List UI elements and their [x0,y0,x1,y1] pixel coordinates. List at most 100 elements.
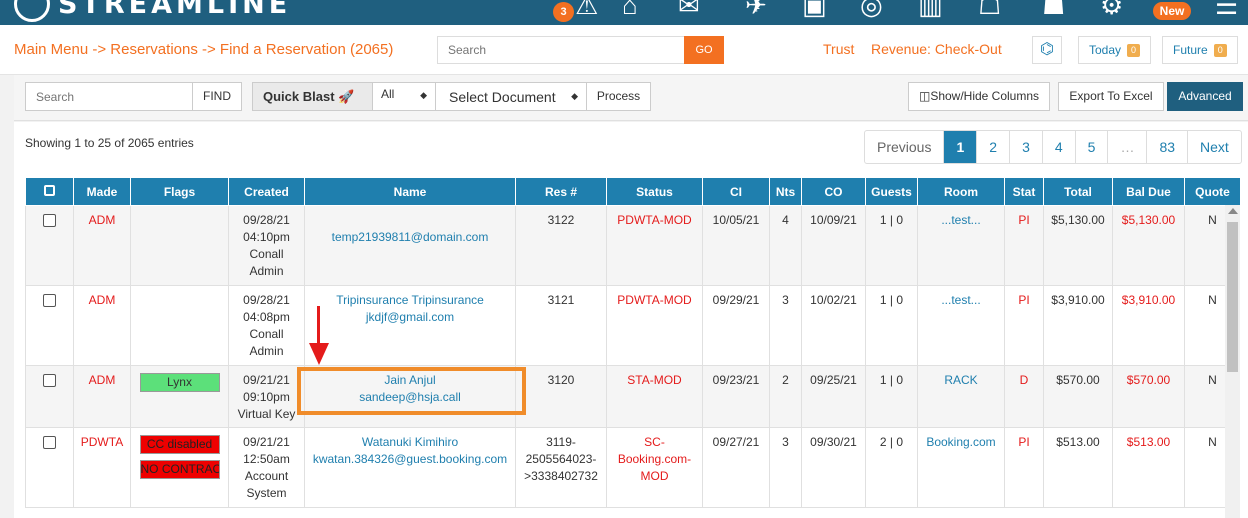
page-previous[interactable]: Previous [865,131,943,163]
advanced-button[interactable]: Advanced [1167,82,1243,111]
column-header[interactable]: Created [228,177,305,206]
guest-name-link[interactable]: Watanuki Kimihiro [305,434,515,451]
page-header: Main Menu -> Reservations -> Find a Rese… [0,25,1248,75]
row-select-cell[interactable] [25,427,74,508]
column-header[interactable]: Res # [515,177,607,206]
scroll-up-arrow-icon[interactable] [1228,208,1238,214]
columns-icon: ◫ [918,89,931,103]
row-checkbox[interactable] [43,214,56,227]
airbnb-icon[interactable]: ⌬ [1032,36,1062,64]
users-icon[interactable]: ☖ [978,0,1001,20]
column-header[interactable]: Total [1043,177,1113,206]
column-header[interactable]: Made [73,177,131,206]
find-button[interactable]: FIND [192,82,242,111]
gear-icon[interactable]: ⚙ [1100,0,1123,20]
row-select-cell[interactable] [25,365,74,428]
app-logo[interactable]: STREAMLINE [14,0,291,22]
room-cell[interactable]: ...test... [917,285,1005,366]
bar-chart-icon[interactable]: ▥ [918,0,943,20]
column-header[interactable]: Stat [1004,177,1044,206]
trust-link[interactable]: Trust [823,41,854,57]
page-83[interactable]: 83 [1146,131,1187,163]
created-date: 09/28/21 [243,213,290,227]
column-header[interactable]: CO [801,177,866,206]
table-row[interactable]: ADM Lynx 09/21/21 09:10pm Virtual Key Jain… [25,365,1240,428]
room-cell[interactable]: ...test... [917,205,1005,286]
row-select-cell[interactable] [25,285,74,366]
flag-badge: Lynx [139,373,220,392]
annotation-arrow-icon [309,343,329,365]
created-cell: 09/28/21 04:10pm Conall Admin [228,205,305,286]
guests-cell: 1 | 0 [865,285,918,366]
column-header[interactable]: Nts [769,177,802,206]
user-icon[interactable]: ☗ [1042,0,1065,20]
select-all-checkbox[interactable] [44,184,55,196]
select-all-header[interactable] [25,177,74,206]
column-header[interactable]: CI [702,177,770,206]
select-document-dropdown[interactable]: Select Document ◆ [435,82,587,111]
name-cell[interactable]: temp21939811@domain.com [304,205,516,286]
today-button[interactable]: Today 0 [1078,36,1152,64]
res-number-cell[interactable]: 3120 [515,365,607,428]
row-checkbox[interactable] [43,294,56,307]
export-excel-button[interactable]: Export To Excel [1058,82,1164,111]
table-row[interactable]: ADM 09/28/21 04:10pm Conall Admin temp21939… [25,205,1240,286]
page-next[interactable]: Next [1187,131,1241,163]
blast-filter-select[interactable]: All ◆ [372,82,436,111]
stat-cell: D [1004,365,1044,428]
row-checkbox[interactable] [43,436,56,449]
row-checkbox[interactable] [43,374,56,387]
plane-icon[interactable]: ✈ [745,0,767,20]
mail-icon[interactable]: ✉ [678,0,700,20]
quick-blast-button[interactable]: Quick Blast 🚀 [252,82,373,111]
column-header[interactable]: Name [304,177,516,206]
guest-email-link[interactable]: jkdjf@gmail.com [305,309,515,326]
res-number: 3121 [547,293,575,307]
process-button[interactable]: Process [586,82,651,111]
go-button[interactable]: GO [684,36,724,64]
guest-email-link[interactable]: kwatan.384326@guest.booking.com [305,451,515,468]
revenue-checkout-link[interactable]: Revenue: Check-Out [871,41,1002,57]
table-row[interactable]: ADM 09/28/21 04:08pm Conall Admin Tripinsur… [25,285,1240,366]
column-header[interactable]: Guests [865,177,918,206]
room-cell[interactable]: Booking.com [917,427,1005,508]
res-number-cell[interactable]: 3119- 2505564023- >3338402732 [515,427,607,508]
res-number-cell[interactable]: 3122 [515,205,607,286]
page-3[interactable]: 3 [1009,131,1042,163]
user-group-icon[interactable]: ☰ [1215,0,1238,20]
status-text: PDWTA-MOD [617,293,692,307]
column-header[interactable]: Room [917,177,1005,206]
name-cell[interactable]: Tripinsurance Tripinsurance jkdjf@gmail.c… [304,285,516,366]
row-select-cell[interactable] [25,205,74,286]
alert-icon[interactable]: ⚠ [575,0,598,20]
tag-icon[interactable]: ▣ [802,0,827,20]
home-icon[interactable]: ⌂ [622,0,638,20]
global-search-input[interactable] [437,36,685,64]
total-cell: $5,130.00 [1043,205,1113,286]
created-date: 09/21/21 [243,435,290,449]
column-header[interactable]: Bal Due [1112,177,1185,206]
show-hide-columns-button[interactable]: ◫Show/Hide Columns [908,82,1050,111]
guest-email-link[interactable]: temp21939811@domain.com [305,229,515,246]
name-cell[interactable]: Watanuki Kimihiro kwatan.384326@guest.boo… [304,427,516,508]
page-4[interactable]: 4 [1041,131,1075,163]
scrollbar-thumb[interactable] [1227,222,1238,372]
new-badge: New [1153,2,1191,20]
page-2[interactable]: 2 [976,131,1009,163]
guest-name-link[interactable]: Tripinsurance Tripinsurance [305,292,515,309]
breadcrumb[interactable]: Main Menu -> Reservations -> Find a Rese… [14,41,393,58]
reservation-search-input[interactable] [25,82,193,111]
column-header[interactable]: Quote [1184,177,1240,206]
page-5[interactable]: 5 [1074,131,1108,163]
co-cell: 10/09/21 [801,205,866,286]
table-row[interactable]: PDWTA CC disabled NO CONTRACT 09/21/21 12:… [25,427,1240,508]
compass-icon[interactable]: ◎ [860,0,883,20]
future-button[interactable]: Future 0 [1162,36,1238,64]
column-header[interactable]: Status [606,177,703,206]
column-header[interactable]: Flags [130,177,229,206]
page-1[interactable]: 1 [943,131,977,163]
room-cell[interactable]: RACK [917,365,1005,428]
flag-badge: CC disabled [139,435,220,454]
chevron-updown-icon: ◆ [420,90,427,100]
res-number-cell[interactable]: 3121 [515,285,607,366]
